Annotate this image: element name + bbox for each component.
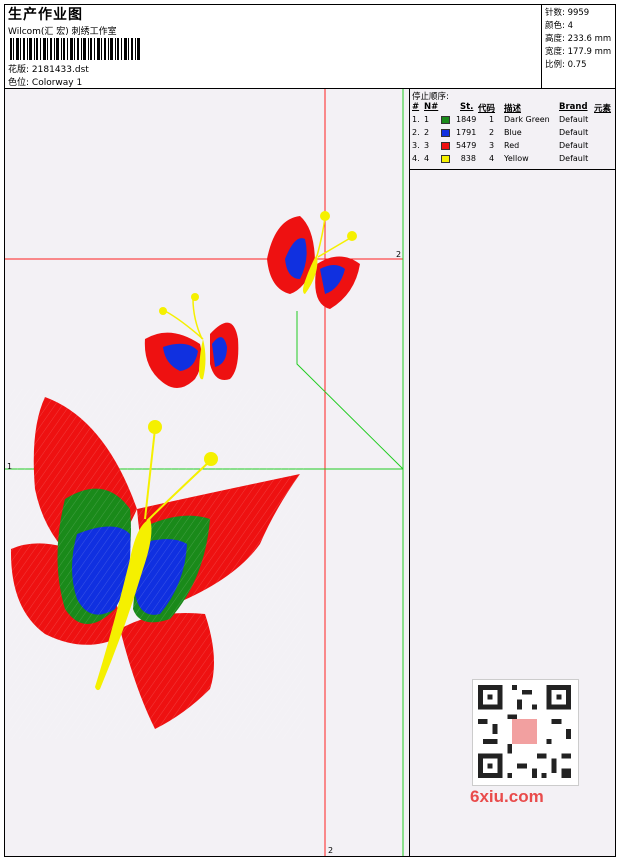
table-cell-num: 1. (412, 115, 420, 124)
guide-label-right: 2 (396, 250, 402, 259)
studio-name: Wilcom(汇 宏) 刺绣工作室 (8, 27, 117, 37)
table-cell-num: 2. (412, 128, 420, 137)
color-swatch (441, 142, 450, 150)
table-cell-stitches: 1791 (456, 128, 477, 137)
table-cell-code: 2 (489, 128, 495, 137)
qr-code-icon (472, 679, 579, 786)
colorway-label: 色位: (8, 78, 30, 88)
table-cell-stitches: 1849 (456, 115, 477, 124)
table-cell-brand: Default (559, 154, 589, 163)
design-label: 花版: (8, 65, 30, 75)
embroidery-canvas: 1 2 2 (5, 89, 409, 856)
table-cell-num: 4. (412, 154, 420, 163)
large-butterfly (5, 389, 305, 739)
page-title: 生产作业图 (8, 7, 83, 23)
table-cell-description: Yellow (504, 154, 529, 163)
col-header: St. (460, 102, 474, 112)
design-scale: 比例: 0.75 (545, 60, 587, 70)
col-header: Brand (559, 102, 588, 112)
colorway-value: Colorway 1 (31, 78, 83, 88)
table-cell-n: 1 (424, 115, 430, 124)
table-cell-n: 3 (424, 141, 430, 150)
table-cell-n: 4 (424, 154, 430, 163)
header: 生产作业图 Wilcom(汇 宏) 刺绣工作室 花版: 2181433.dst … (4, 4, 616, 89)
guide-label-bottom: 2 (328, 846, 334, 855)
table-cell-brand: Default (559, 115, 589, 124)
guide-label-left: 1 (7, 462, 13, 471)
table-cell-stitches: 5479 (456, 141, 477, 150)
colorway: 色位: Colorway 1 (8, 75, 82, 88)
table-cell-description: Red (504, 141, 520, 150)
stats-panel: 针数: 9959 颜色: 4 高度: 233.6 mm 宽度: 177.9 mm… (541, 4, 616, 88)
design-preview (5, 89, 404, 856)
small-butterfly (267, 211, 360, 309)
design-value: 2181433.dst (31, 65, 89, 75)
table-cell-code: 4 (489, 154, 495, 163)
stop-sequence-table: # N# St. 代码 描述 Brand 元素 1. 1 1849 1 Dark Gre… (410, 100, 615, 170)
table-cell-brand: Default (559, 141, 589, 150)
jump-stitch-path (296, 311, 404, 470)
color-swatch (441, 116, 450, 124)
stop-sequence-panel: 停止顺序: # N# St. 代码 描述 Brand 元素 1. 1 1849 1 Da… (409, 89, 615, 856)
site-watermark: 6xiu.com (470, 787, 544, 806)
table-cell-stitches: 838 (460, 154, 476, 163)
table-cell-n: 2 (424, 128, 430, 137)
table-cell-description: Dark Green (504, 115, 550, 124)
col-header: # (412, 102, 420, 112)
col-header: 元素 (594, 104, 612, 114)
medium-butterfly (144, 293, 239, 388)
color-swatch (441, 129, 450, 137)
col-header: 描述 (504, 104, 522, 114)
table-cell-description: Blue (504, 128, 522, 137)
design-height: 高度: 233.6 mm (545, 34, 612, 44)
stitch-count: 针数: 9959 (545, 8, 590, 18)
design-file: 花版: 2181433.dst (8, 62, 89, 75)
col-header: N# (424, 102, 439, 112)
color-count: 颜色: 4 (545, 21, 573, 31)
table-cell-code: 3 (489, 141, 495, 150)
color-swatch (441, 155, 450, 163)
table-cell-code: 1 (489, 115, 495, 124)
barcode-icon (10, 38, 140, 60)
table-cell-num: 3. (412, 141, 420, 150)
design-width: 宽度: 177.9 mm (545, 47, 612, 57)
col-header: 代码 (478, 104, 496, 114)
table-cell-brand: Default (559, 128, 589, 137)
